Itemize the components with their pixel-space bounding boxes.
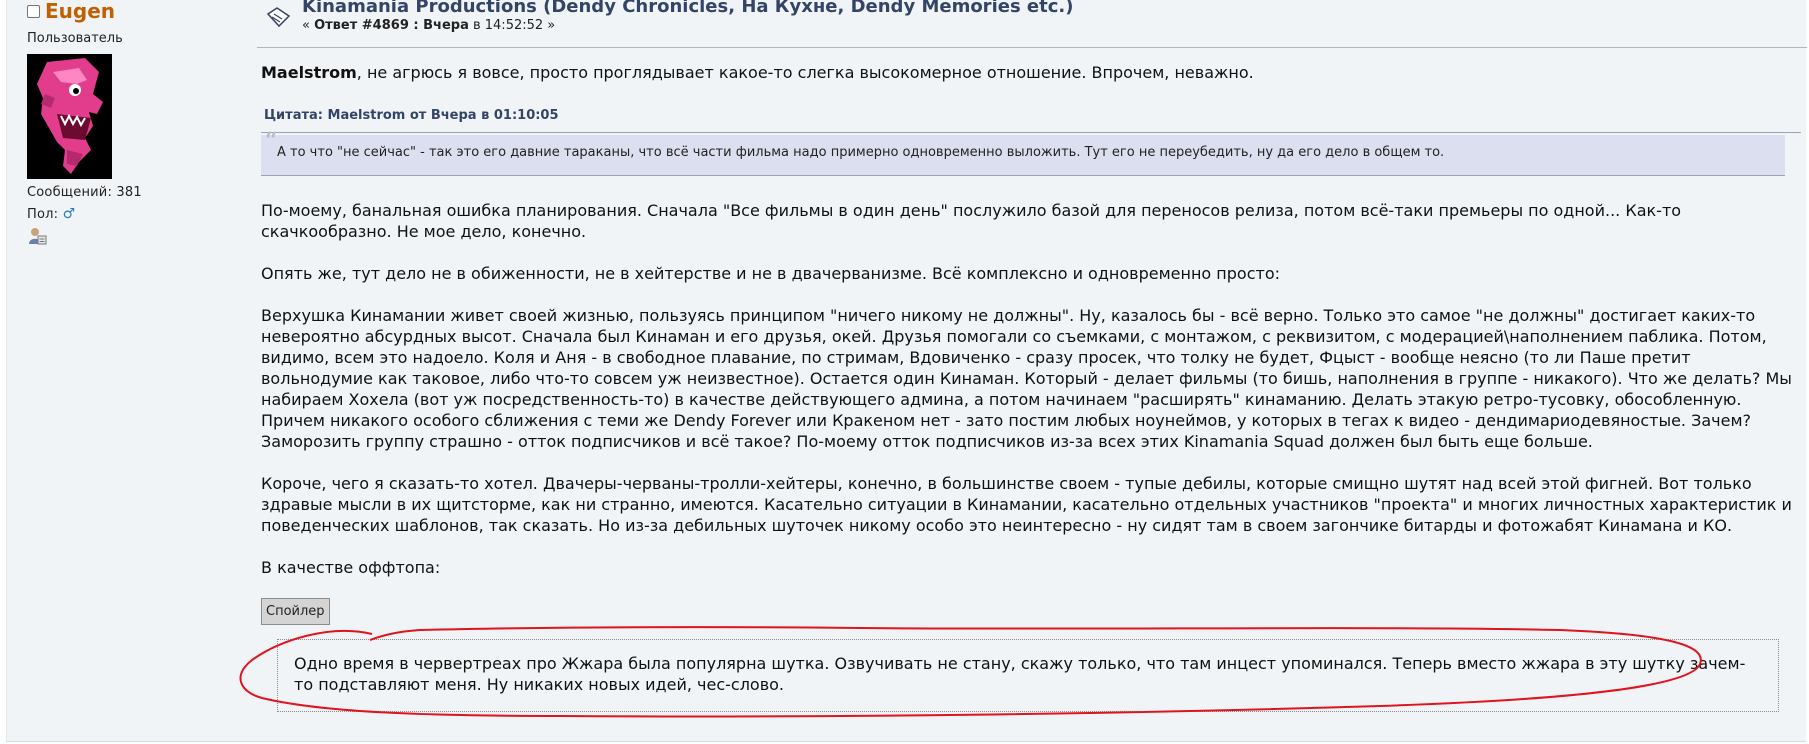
- spoiler-content: Одно время в червертреах про Жжара была …: [277, 639, 1779, 712]
- avatar[interactable]: [27, 54, 112, 179]
- post-container: Eugen Пользователь Сообщений: 381 Пол: ♂: [6, 0, 1807, 742]
- spoiler-button[interactable]: Спойлер: [261, 598, 330, 625]
- gender-label: Пол:: [27, 207, 59, 222]
- post-header: Kinamania Productions (Dendy Chronicles,…: [257, 0, 1807, 48]
- male-icon: ♂: [62, 206, 76, 222]
- quote-mark-icon: “: [265, 128, 278, 154]
- spoiler-text: Одно время в червертреах про Жжара была …: [294, 654, 1746, 694]
- quote-block: “ А то что "не сейчас" - так это его дав…: [261, 128, 1785, 176]
- post-icon: [266, 7, 291, 28]
- paragraph: В качестве оффтопа:: [261, 558, 441, 577]
- post-count: Сообщений: 381: [27, 185, 247, 200]
- post-time: в 14:52:52 »: [468, 18, 556, 33]
- quote-header-link[interactable]: Цитата: Maelstrom от Вчера в 01:10:05: [261, 105, 1801, 133]
- reply-prefix: «: [302, 18, 315, 33]
- reply-number-link[interactable]: Ответ #4869 : Вчера: [314, 18, 469, 33]
- paragraph: По-моему, банальная ошибка планирования.…: [261, 201, 1682, 241]
- member-group: Пользователь: [27, 31, 123, 46]
- paragraph: Верхушка Кинамании живет своей жизнью, п…: [261, 306, 1792, 451]
- greeting-paragraph: Maelstrom, не агрюсь я вовсе, просто про…: [261, 62, 1801, 83]
- post-meta: « Ответ #4869 : Вчера в 14:52:52 »: [302, 18, 555, 33]
- paragraph: Короче, чего я сказать-то хотел. Двачеры…: [261, 474, 1792, 535]
- paragraph: Опять же, тут дело не в обиженности, не …: [261, 264, 1280, 283]
- post-body: Maelstrom, не агрюсь я вовсе, просто про…: [261, 62, 1801, 712]
- poster-info: Eugen Пользователь Сообщений: 381 Пол: ♂: [27, 0, 247, 246]
- greeting-name: Maelstrom: [261, 63, 357, 82]
- post-count-value: 381: [116, 185, 142, 200]
- topic-title-link[interactable]: Kinamania Productions (Dendy Chronicles,…: [302, 0, 1073, 17]
- post-count-label: Сообщений:: [27, 185, 113, 200]
- poster-name-row: Eugen: [27, 0, 247, 23]
- select-post-checkbox[interactable]: [27, 4, 40, 18]
- profile-icon[interactable]: [27, 226, 47, 246]
- quote-text: А то что "не сейчас" - так это его давни…: [277, 145, 1445, 160]
- username-link[interactable]: Eugen: [45, 0, 115, 23]
- gender: Пол: ♂: [27, 206, 247, 222]
- greeting-text: , не агрюсь я вовсе, просто проглядывает…: [356, 63, 1254, 82]
